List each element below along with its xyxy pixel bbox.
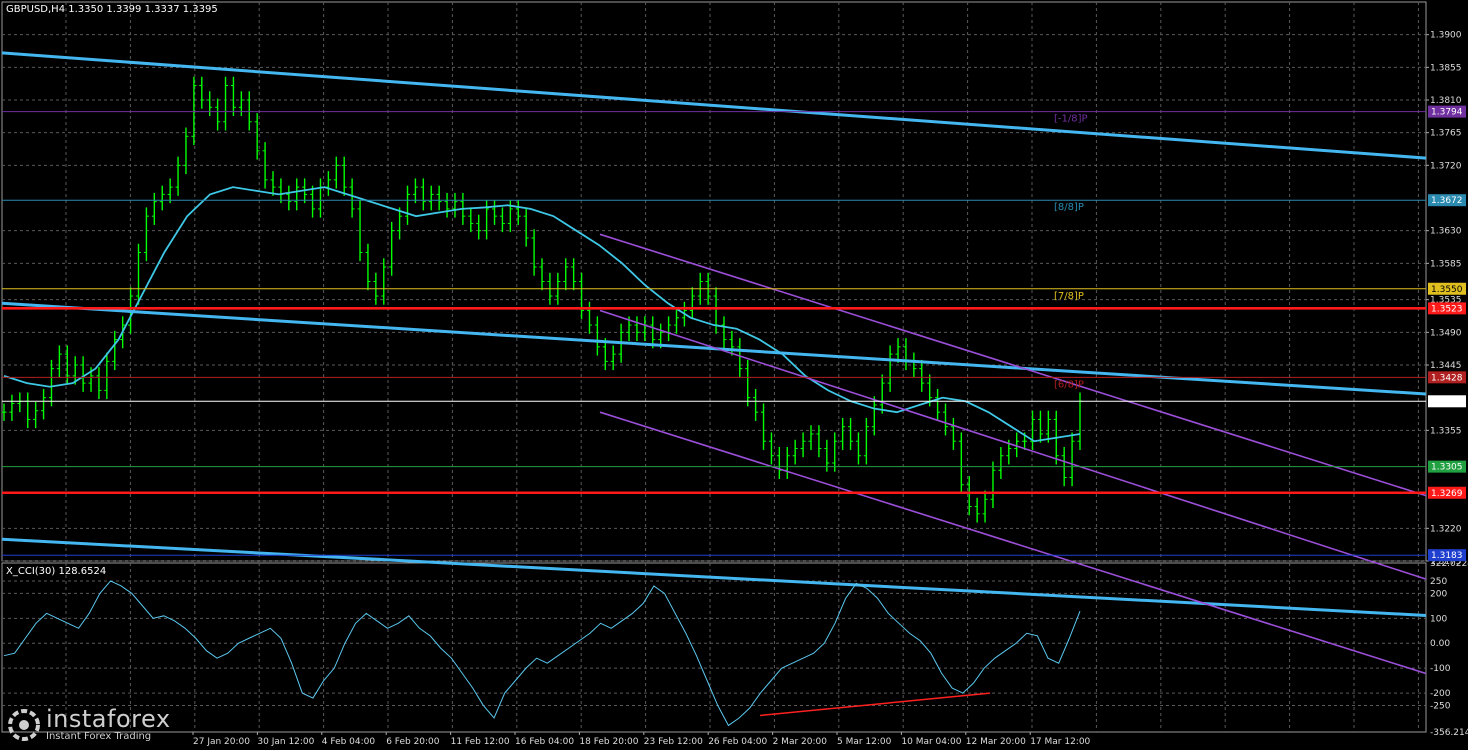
cci-tick-label: -200 [1430, 689, 1451, 699]
y-tick-label: 1.3900 [1430, 31, 1462, 41]
instaforex-logo: instaforex Instant Forex Trading [6, 704, 171, 746]
level-price-label: 1.3183 [1431, 551, 1463, 561]
cci-title: X_CCI(30) 128.6524 [6, 566, 107, 577]
x-tick-label: 23 Feb 12:00 [644, 737, 703, 747]
cci-divergence-line [759, 692, 991, 717]
level-murray-label: [-1/8]P [1054, 114, 1088, 125]
cci-pane [1, 562, 1427, 733]
x-tick-label: 16 Feb 04:00 [515, 737, 574, 747]
x-tick-label: 30 Jan 12:00 [257, 737, 314, 747]
level-price-label: 1.3550 [1431, 285, 1463, 295]
trend-channel-line [599, 411, 1427, 675]
cci-tick-label: 100 [1430, 614, 1447, 624]
y-tick-label: 1.3810 [1430, 96, 1462, 106]
x-tick-label: 10 Mar 04:00 [901, 737, 961, 747]
y-tick-label: 1.3490 [1430, 328, 1462, 338]
y-tick-label: 1.3220 [1430, 524, 1462, 534]
symbol-title: GBPUSD,H4 1.3350 1.3399 1.3337 1.3395 [6, 4, 218, 15]
x-tick-label: 26 Feb 04:00 [708, 737, 767, 747]
x-tick-label: 4 Feb 04:00 [322, 737, 376, 747]
chart-canvas[interactable]: 1.3900 1.3855 1.3810 1.3765 1.3720 1.3630 1.35… [0, 0, 1468, 750]
trend-channel-line [1, 301, 1427, 396]
y-tick-label: 1.3720 [1430, 161, 1462, 171]
level-price-label: 1.3305 [1431, 463, 1463, 473]
cci-tick-label: -100 [1430, 664, 1451, 674]
level-price-label: 1.3794 [1431, 108, 1463, 118]
trend-channel-line [1, 51, 1427, 160]
y-tick-label: 1.3630 [1430, 227, 1462, 237]
x-tick-label: 12 Mar 20:00 [966, 737, 1026, 747]
y-tick-label: 1.3765 [1430, 129, 1462, 139]
level-price-label: 1.3395 [1431, 397, 1463, 407]
y-tick-label: 1.3445 [1430, 361, 1462, 371]
x-tick-label: 27 Jan 20:00 [193, 737, 250, 747]
trend-channel-line [1, 537, 1427, 617]
x-tick-label: 5 Mar 12:00 [837, 737, 892, 747]
x-tick-label: 17 Mar 12:00 [1030, 737, 1090, 747]
level-murray-label: [6/8]P [1054, 379, 1084, 390]
cci-tick-label: 0.00 [1430, 639, 1450, 649]
price-pane [1, 1, 1427, 562]
cci-tick-label: -356.214 [1430, 728, 1468, 738]
x-tick-label: 2 Mar 20:00 [773, 737, 828, 747]
y-tick-label: 1.3855 [1430, 63, 1462, 73]
logo-mark-icon [6, 707, 42, 743]
x-tick-label: 11 Feb 12:00 [451, 737, 510, 747]
level-price-label: 1.3672 [1431, 196, 1463, 206]
cci-tick-label: -250 [1430, 702, 1451, 712]
y-tick-label: 1.3355 [1430, 426, 1462, 436]
cci-tick-label: 200 [1430, 589, 1447, 599]
y-tick-label: 1.3585 [1430, 259, 1462, 269]
x-tick-label: 6 Feb 20:00 [386, 737, 440, 747]
cci-tick-label: 250 [1430, 577, 1447, 587]
level-price-label: 1.3269 [1431, 489, 1463, 499]
trend-channel-line [599, 309, 1427, 580]
level-price-label: 1.3523 [1431, 304, 1463, 314]
level-price-label: 1.3428 [1431, 373, 1463, 383]
logo-name: instaforex [46, 705, 171, 733]
level-murray-label: [8/8]P [1054, 202, 1084, 213]
x-tick-label: 18 Feb 20:00 [579, 737, 638, 747]
level-murray-label: [7/8]P [1054, 291, 1084, 302]
